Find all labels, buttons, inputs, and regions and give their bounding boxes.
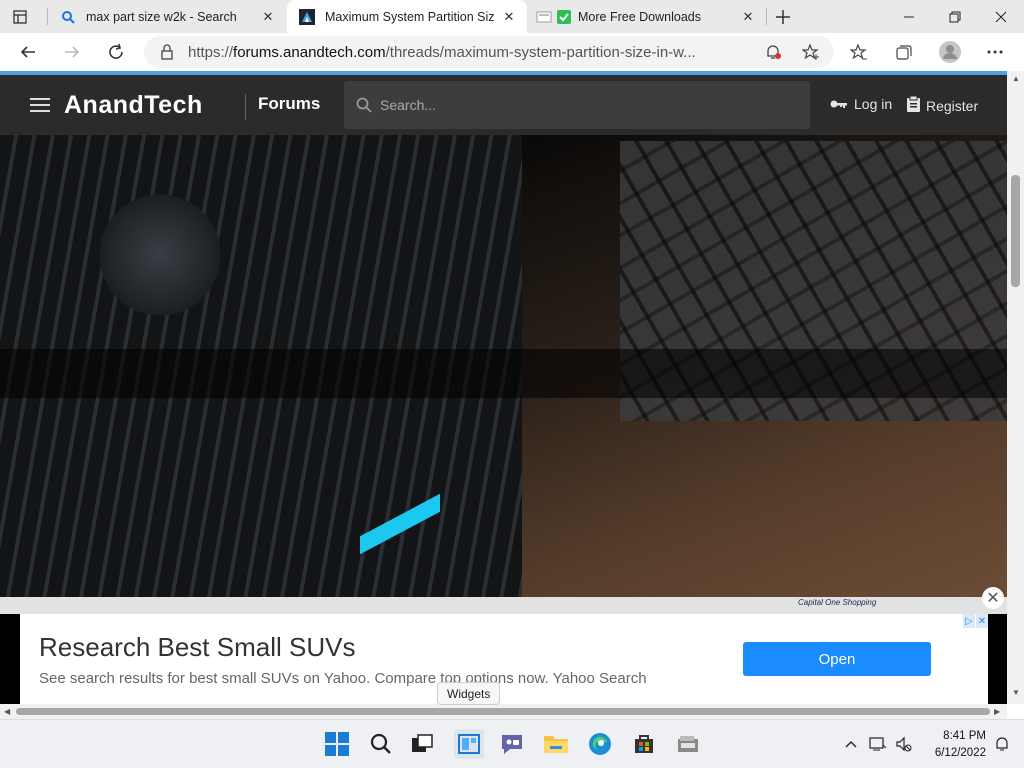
ad-title[interactable]: Research Best Small SUVs	[39, 632, 355, 663]
tab-close-icon[interactable]: ✕	[260, 9, 276, 25]
tab-search[interactable]: max part size w2k - Search ✕	[48, 0, 286, 33]
site-logo[interactable]: AnandTech	[64, 91, 203, 120]
tab-separator	[47, 8, 48, 25]
close-window-button[interactable]	[978, 0, 1024, 33]
anandtech-favicon-icon	[299, 8, 315, 25]
register-link[interactable]: Register	[907, 95, 979, 115]
favorites-icon[interactable]	[843, 36, 875, 68]
task-view-icon[interactable]	[408, 729, 438, 759]
login-link[interactable]: Log in	[830, 96, 892, 112]
browser-toolbar: https://forums.anandtech.com/threads/max…	[0, 33, 1024, 71]
search-icon	[356, 97, 372, 118]
search-placeholder: Search...	[380, 97, 437, 113]
tab-close-icon[interactable]: ✕	[501, 9, 517, 25]
tab-strip: max part size w2k - Search ✕ Maximum Sys…	[0, 0, 1024, 33]
collections-icon[interactable]	[888, 36, 920, 68]
refresh-button[interactable]	[100, 36, 132, 68]
adchoices-icon[interactable]: ▷ ✕	[963, 614, 988, 628]
restore-button[interactable]	[932, 0, 978, 33]
vertical-scroll-thumb[interactable]	[1011, 175, 1020, 287]
horizontal-scrollbar[interactable]: ◀ ▶	[0, 704, 1007, 719]
tooltip: Widgets	[437, 682, 501, 705]
chevron-up-icon[interactable]	[836, 729, 866, 759]
web-page: AnandTech Forums Search... Log in Regist…	[0, 71, 1007, 711]
forward-button[interactable]	[56, 36, 88, 68]
ad-description: See search results for best small SUVs o…	[39, 670, 647, 687]
notification-blocked-icon[interactable]	[764, 43, 782, 66]
minimize-button[interactable]	[886, 0, 932, 33]
clock-date: 6/12/2022	[934, 747, 986, 759]
site-search-input[interactable]: Search...	[344, 81, 810, 129]
tab-title: Maximum System Partition Size i	[325, 9, 495, 24]
login-label: Log in	[854, 96, 893, 112]
volume-icon[interactable]	[892, 729, 916, 759]
ad-strip-text: Capital One Shopping	[798, 598, 877, 607]
display-icon[interactable]	[866, 729, 890, 759]
chat-icon[interactable]	[497, 729, 527, 759]
scroll-left-arrow[interactable]: ◀	[4, 707, 10, 716]
url-prefix: https://	[188, 44, 234, 61]
scroll-right-arrow[interactable]: ▶	[994, 707, 1000, 716]
scroll-up-arrow[interactable]: ▲	[1012, 74, 1020, 83]
profile-avatar[interactable]	[934, 36, 966, 68]
page-favicon-icon	[536, 9, 552, 25]
search-favicon-icon	[60, 9, 76, 25]
add-favorite-icon[interactable]	[801, 43, 820, 66]
clock-time: 8:41 PM	[943, 730, 986, 742]
url-path: /threads/maximum-system-partition-size-i…	[385, 44, 696, 61]
system-clock[interactable]: 8:41 PM 6/12/2022	[920, 728, 986, 762]
tab-close-icon[interactable]: ✕	[740, 9, 756, 25]
ad-open-button[interactable]: Open	[743, 642, 931, 676]
more-menu-icon[interactable]	[979, 36, 1011, 68]
url-text[interactable]: https://forums.anandtech.com/threads/max…	[188, 44, 748, 61]
app-icon[interactable]	[673, 729, 703, 759]
tab-title: More Free Downloads	[578, 9, 701, 24]
search-icon[interactable]	[366, 729, 396, 759]
tab-downloads[interactable]: More Free Downloads ✕	[528, 0, 766, 33]
horizontal-scroll-thumb[interactable]	[16, 708, 990, 715]
hero-overlay-band	[0, 349, 1007, 398]
hamburger-menu-icon[interactable]	[30, 98, 50, 117]
lock-icon[interactable]	[160, 44, 174, 65]
register-label: Register	[926, 97, 979, 114]
back-button[interactable]	[12, 36, 44, 68]
widgets-icon[interactable]	[454, 729, 484, 759]
taskbar: 8:41 PM 6/12/2022	[0, 719, 1024, 768]
site-header: AnandTech Forums Search... Log in Regist…	[0, 75, 1007, 135]
clipboard-icon	[907, 95, 920, 115]
ad-strip: Capital One Shopping	[0, 597, 1007, 614]
file-explorer-icon[interactable]	[541, 729, 571, 759]
ad-banner[interactable]: ▷ ✕ Research Best Small SUVs See search r…	[20, 614, 988, 711]
vertical-scrollbar[interactable]: ▲ ▼	[1007, 71, 1024, 704]
scroll-down-arrow[interactable]: ▼	[1012, 688, 1020, 697]
notifications-icon[interactable]	[990, 729, 1014, 759]
address-bar[interactable]: https://forums.anandtech.com/threads/max…	[144, 36, 834, 68]
store-icon[interactable]	[629, 729, 659, 759]
tab-title: max part size w2k - Search	[86, 9, 237, 24]
logo-divider	[245, 94, 246, 120]
key-icon	[830, 96, 848, 112]
start-icon[interactable]	[322, 729, 352, 759]
ad-close-button[interactable]: ✕	[982, 587, 1004, 609]
tab-anandtech[interactable]: Maximum System Partition Size i ✕	[287, 0, 527, 33]
green-check-icon	[556, 9, 572, 25]
tab-actions-icon[interactable]	[4, 1, 36, 33]
new-tab-button[interactable]	[767, 1, 799, 33]
url-host: forums.anandtech.com	[233, 44, 386, 61]
forums-link[interactable]: Forums	[258, 94, 320, 114]
edge-icon[interactable]	[585, 729, 615, 759]
